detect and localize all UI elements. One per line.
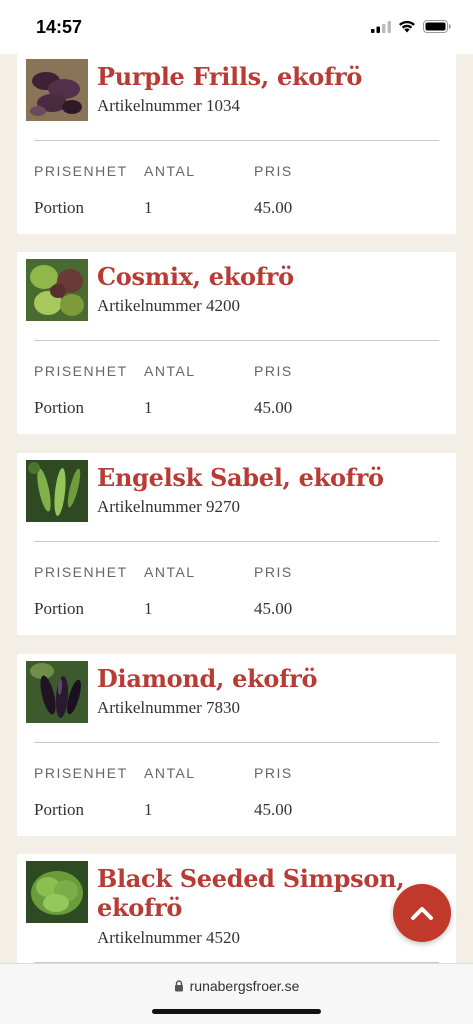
chevron-up-icon [411,907,433,920]
wifi-icon [399,20,415,33]
header-unit: PRISENHET [34,765,128,781]
signal-icon [371,20,391,33]
url-text: runabergsfroer.se [189,978,300,994]
price-value: 45.00 [254,800,293,819]
browser-bottom-bar: runabergsfroer.se [0,963,473,1024]
qty-value: 1 [144,398,153,417]
green-lettuce-image[interactable] [26,861,88,923]
lock-icon [174,980,183,992]
unit-value: Portion [34,398,85,417]
product-card: Purple Frills, ekofrö Artikelnummer 1034… [17,54,456,234]
header-unit: PRISENHET [34,363,128,379]
product-list: Purple Frills, ekofrö Artikelnummer 1034… [0,54,473,964]
product-title[interactable]: Cosmix, ekofrö [97,262,437,291]
header-price: PRIS [254,163,293,179]
article-number: Artikelnummer 7830 [97,698,241,717]
header-qty: ANTAL [144,363,196,379]
product-title[interactable]: Diamond, ekofrö [97,664,437,693]
header-qty: ANTAL [144,564,196,580]
header-price: PRIS [254,564,293,580]
product-title[interactable]: Purple Frills, ekofrö [97,62,437,91]
home-indicator [152,1009,321,1014]
article-number: Artikelnummer 1034 [97,96,241,115]
address-bar[interactable]: runabergsfroer.se [0,978,473,994]
product-title[interactable]: Black Seeded Simpson, ekofrö [97,864,437,922]
divider [34,340,439,341]
unit-value: Portion [34,599,85,618]
battery-icon [423,20,451,33]
unit-value: Portion [34,198,85,217]
header-qty: ANTAL [144,163,196,179]
status-icons [371,20,451,33]
product-title[interactable]: Engelsk Sabel, ekofrö [97,463,437,492]
qty-value: 1 [144,599,153,618]
price-value: 45.00 [254,198,293,217]
header-qty: ANTAL [144,765,196,781]
qty-value: 1 [144,198,153,217]
product-card: Diamond, ekofrö Artikelnummer 7830 PRISE… [17,654,456,836]
cosmix-lettuce-image[interactable] [26,259,88,321]
divider [34,742,439,743]
pea-pods-image[interactable] [26,460,88,522]
price-value: 45.00 [254,599,293,618]
qty-value: 1 [144,800,153,819]
eggplant-image[interactable] [26,661,88,723]
article-number: Artikelnummer 4520 [97,928,241,947]
product-card: Black Seeded Simpson, ekofrö Artikelnumm… [17,854,456,964]
unit-value: Portion [34,800,85,819]
purple-frills-image[interactable] [26,59,88,121]
status-time: 14:57 [36,17,83,37]
header-price: PRIS [254,765,293,781]
header-unit: PRISENHET [34,163,128,179]
header-unit: PRISENHET [34,564,128,580]
status-bar: 14:57 [0,0,473,54]
price-value: 45.00 [254,398,293,417]
divider [34,140,439,141]
product-card: Engelsk Sabel, ekofrö Artikelnummer 9270… [17,453,456,635]
article-number: Artikelnummer 4200 [97,296,241,315]
header-price: PRIS [254,363,293,379]
scroll-to-top-button[interactable] [393,884,451,942]
divider [34,541,439,542]
product-card: Cosmix, ekofrö Artikelnummer 4200 PRISEN… [17,252,456,434]
article-number: Artikelnummer 9270 [97,497,241,516]
